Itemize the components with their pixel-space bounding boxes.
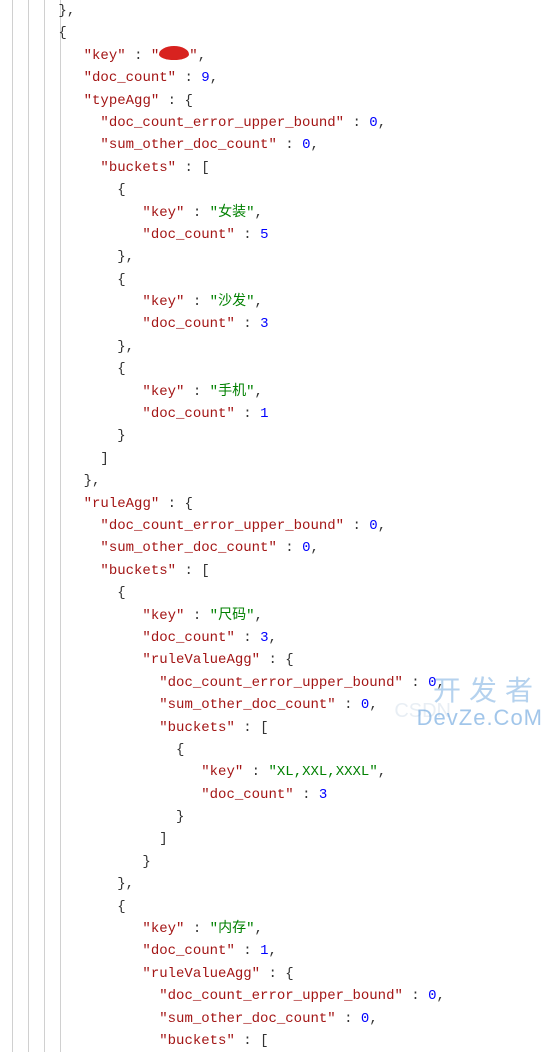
doc-count-value: 9 — [201, 70, 209, 86]
json-line: { — [8, 358, 543, 380]
redacted-value — [159, 46, 189, 60]
json-line: }, — [8, 873, 543, 895]
json-line: "ruleValueAgg" : { — [8, 963, 543, 985]
json-line: }, — [8, 470, 543, 492]
json-line: "key" : "内存", — [8, 918, 543, 940]
json-line: } — [8, 806, 543, 828]
json-line: { — [8, 269, 543, 291]
json-code-block: }, { "key" : "", "doc_count" : 9, "typeA… — [0, 0, 551, 1052]
ruleagg-label: ruleAgg — [92, 496, 151, 512]
json-line: "doc_count_error_upper_bound" : 0, — [8, 672, 543, 694]
json-line: }, — [8, 246, 543, 268]
json-line: "buckets" : [ — [8, 717, 543, 739]
json-line: "doc_count" : 3, — [8, 627, 543, 649]
json-line: "doc_count_error_upper_bound" : 0, — [8, 515, 543, 537]
key-label: key — [92, 48, 117, 64]
json-line: } — [8, 425, 543, 447]
json-line: "ruleAgg" : { — [8, 493, 543, 515]
json-line: "key" : "女装", — [8, 202, 543, 224]
json-line: } — [8, 851, 543, 873]
json-line: "key" : "", — [8, 45, 543, 67]
json-line: { — [8, 179, 543, 201]
json-line: "typeAgg" : { — [8, 90, 543, 112]
json-line: { — [8, 22, 543, 44]
json-line: "key" : "尺码", — [8, 605, 543, 627]
json-line: "key" : "沙发", — [8, 291, 543, 313]
json-line: "key" : "手机", — [8, 381, 543, 403]
json-line: "ruleValueAgg" : { — [8, 649, 543, 671]
json-line: }, — [8, 336, 543, 358]
json-line: "doc_count" : 5 — [8, 224, 543, 246]
json-line: "buckets" : [ — [8, 560, 543, 582]
json-line: "sum_other_doc_count" : 0, — [8, 134, 543, 156]
json-line: { — [8, 896, 543, 918]
json-line: "doc_count_error_upper_bound" : 0, — [8, 112, 543, 134]
json-line: ] — [8, 828, 543, 850]
json-line: "buckets" : [ — [8, 157, 543, 179]
json-line: "doc_count" : 3 — [8, 313, 543, 335]
json-line: { — [8, 739, 543, 761]
json-line: "doc_count" : 3 — [8, 784, 543, 806]
json-line: "doc_count_error_upper_bound" : 0, — [8, 985, 543, 1007]
json-line: "buckets" : [ — [8, 1030, 543, 1052]
json-line: "doc_count" : 9, — [8, 67, 543, 89]
json-line: "sum_other_doc_count" : 0, — [8, 1008, 543, 1030]
doc-count-label: doc_count — [92, 70, 168, 86]
json-line: }, — [8, 0, 543, 22]
json-line: { — [8, 582, 543, 604]
json-line: "key" : "XL,XXL,XXXL", — [8, 761, 543, 783]
json-line: "sum_other_doc_count" : 0, — [8, 537, 543, 559]
typeagg-label: typeAgg — [92, 93, 151, 109]
json-line: ] — [8, 448, 543, 470]
json-line: "doc_count" : 1, — [8, 940, 543, 962]
json-line: "doc_count" : 1 — [8, 403, 543, 425]
json-line: "sum_other_doc_count" : 0, — [8, 694, 543, 716]
